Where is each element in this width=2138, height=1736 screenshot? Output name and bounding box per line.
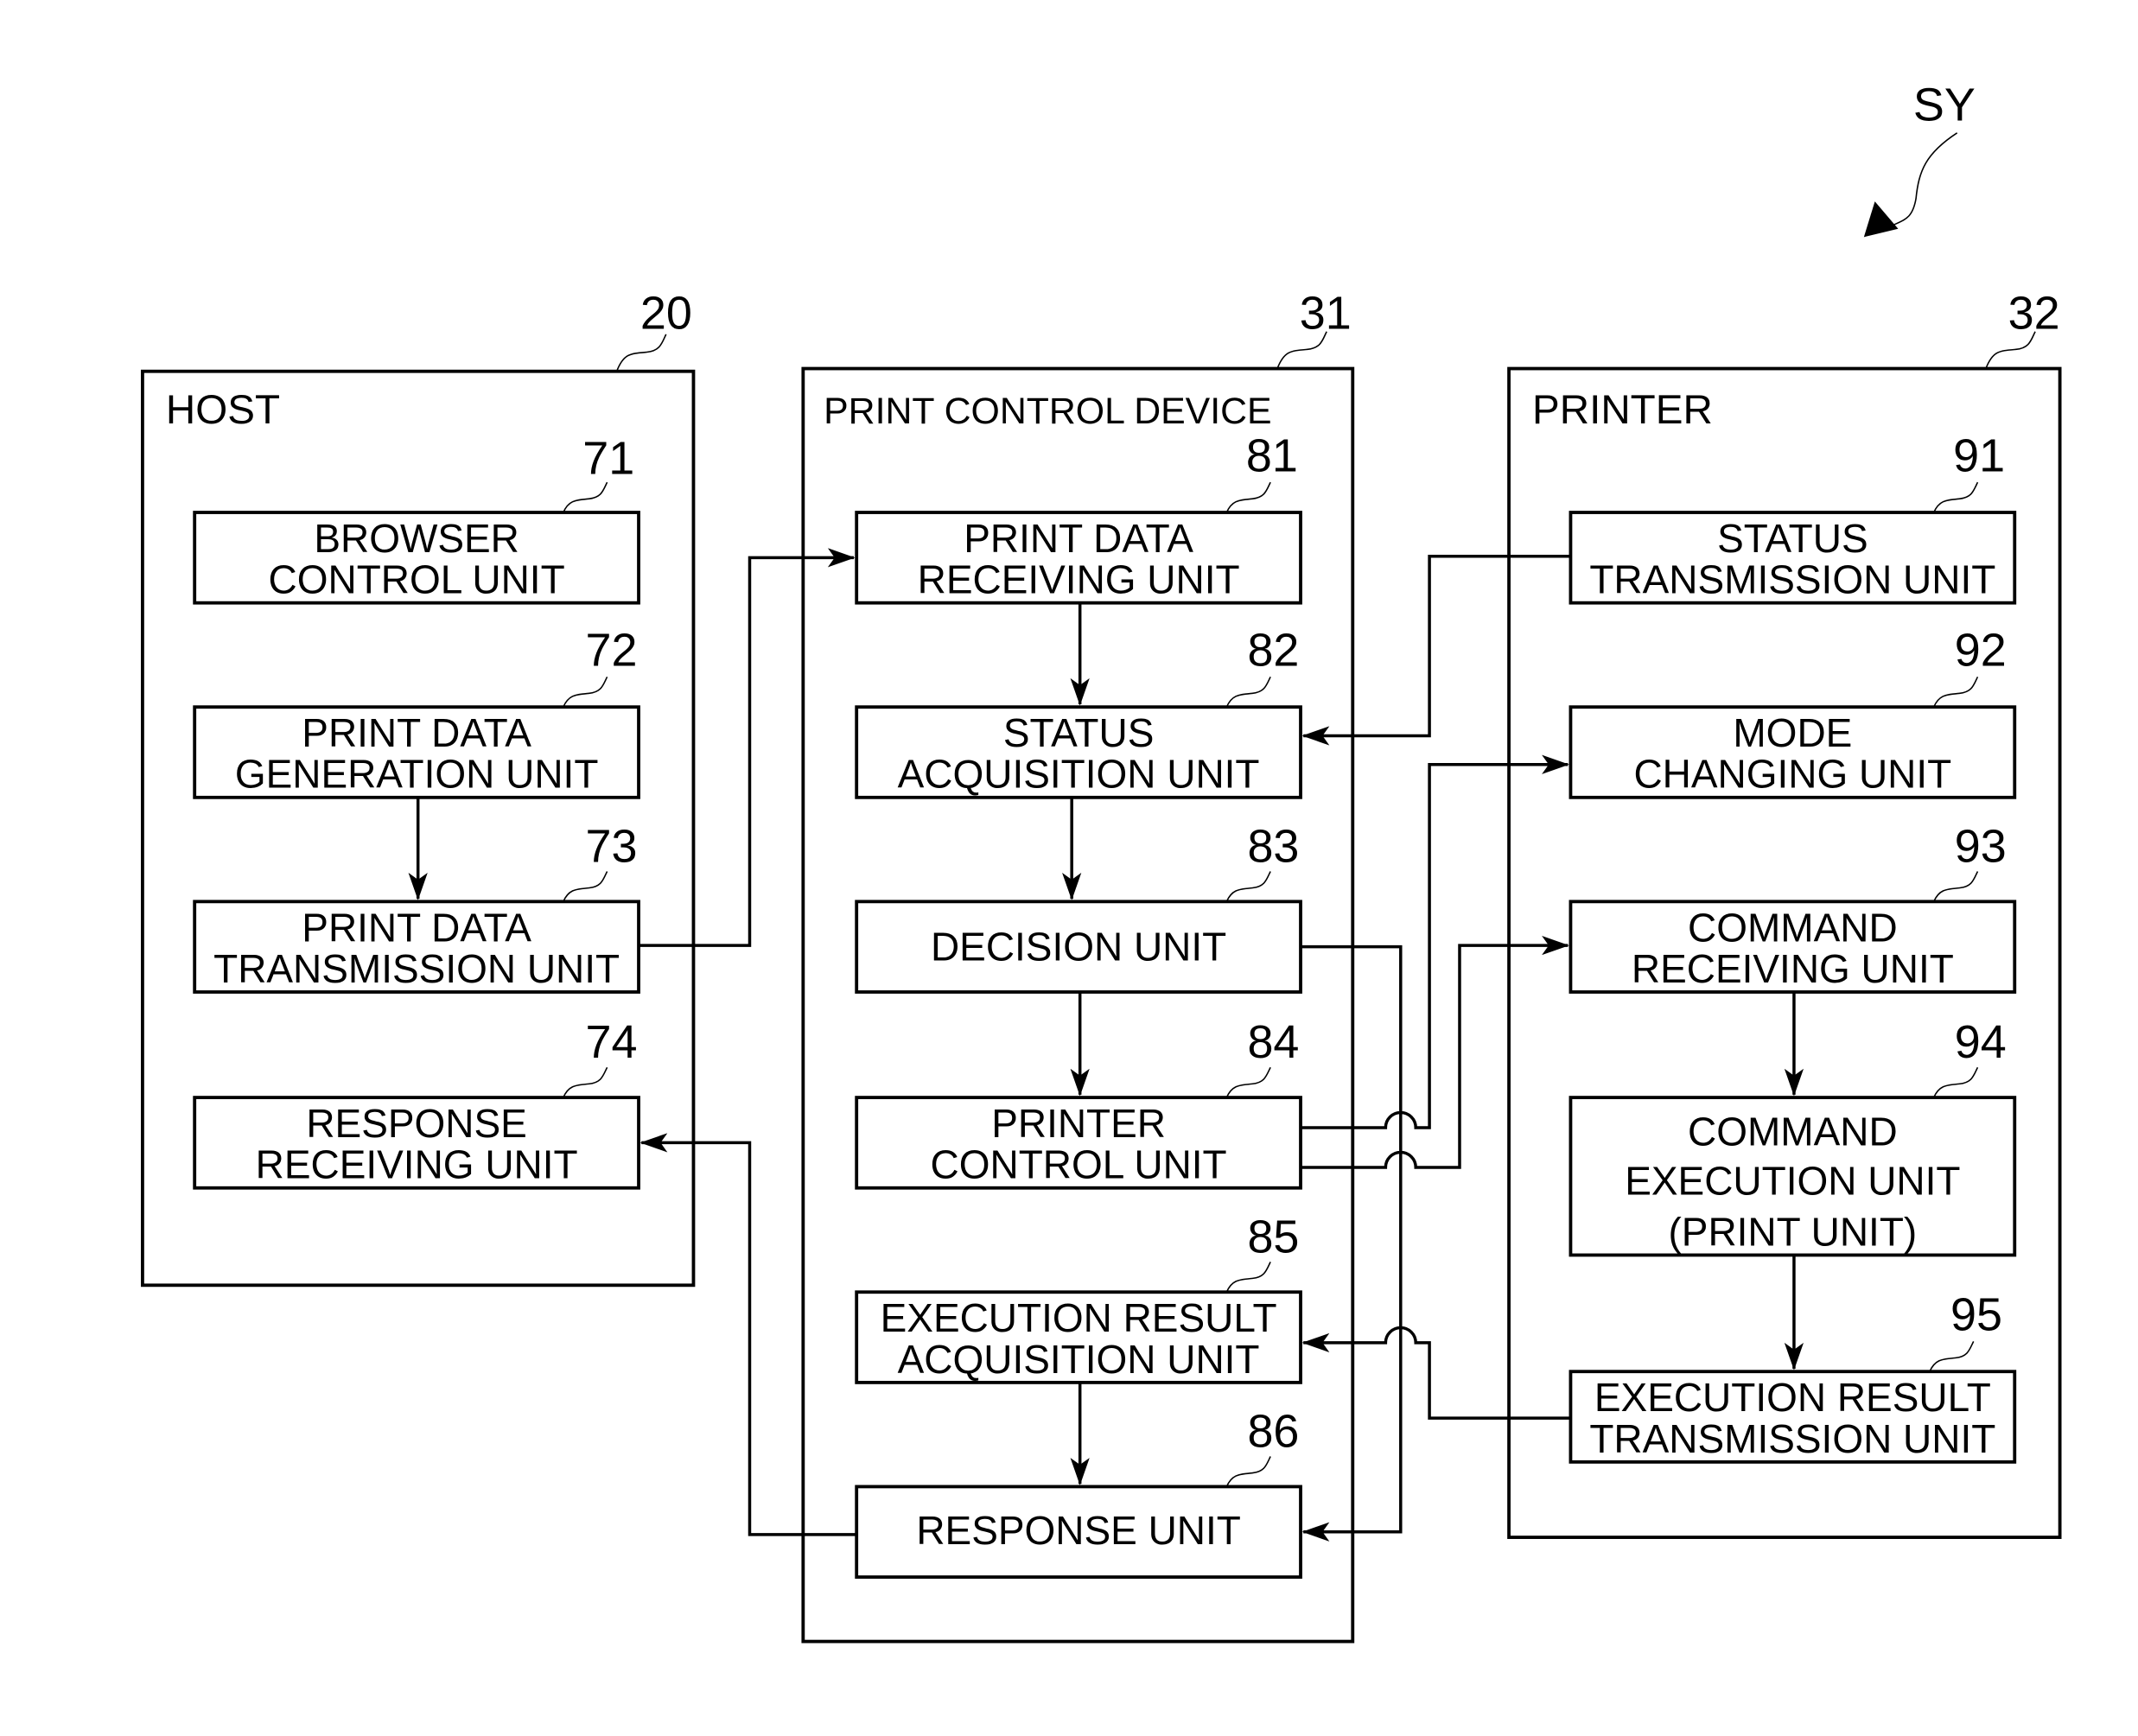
unit-label-line: (PRINT UNIT) — [1668, 1209, 1917, 1254]
block-diagram: SY HOST 20 BROWSER CONTROL UNIT 71 PRINT… — [141, 79, 2062, 1644]
printer-ref: 32 — [2008, 288, 2060, 340]
unit-ref: 72 — [585, 625, 637, 677]
system-ref-label: SY — [1913, 79, 1976, 131]
unit-ref: 74 — [585, 1016, 637, 1068]
unit-ref: 83 — [1247, 820, 1299, 872]
unit-label-line: RECEIVING UNIT — [256, 1142, 578, 1187]
system-reference: SY — [1863, 79, 1976, 238]
unit-label-line: PRINTER — [991, 1101, 1166, 1146]
unit-label-line: CONTROL UNIT — [931, 1142, 1227, 1187]
unit-label-line: PRINT DATA — [964, 516, 1193, 561]
host-title: HOST — [166, 387, 280, 433]
unit-label-line: GENERATION UNIT — [235, 752, 599, 797]
unit-ref: 95 — [1950, 1289, 2002, 1341]
unit-ref: 84 — [1247, 1016, 1299, 1068]
unit-ref: 91 — [1953, 429, 2005, 481]
host-block: HOST 20 BROWSER CONTROL UNIT 71 PRINT DA… — [141, 288, 696, 1288]
unit-label-line: DECISION UNIT — [931, 925, 1226, 970]
unit-label-line: CHANGING UNIT — [1633, 752, 1951, 797]
host-ref: 20 — [640, 288, 692, 340]
unit-ref: 71 — [582, 433, 634, 485]
host-ref-leader — [615, 334, 667, 372]
unit-label-line: EXECUTION UNIT — [1625, 1159, 1960, 1204]
unit-label-line: STATUS — [1003, 710, 1155, 755]
system-ref-arrow-icon — [1863, 201, 1899, 238]
unit-label-line: EXECUTION RESULT — [881, 1295, 1277, 1340]
unit-label-line: RECEIVING UNIT — [1632, 946, 1954, 991]
unit-label-line: BROWSER — [314, 516, 519, 561]
unit-label-line: EXECUTION RESULT — [1594, 1375, 1991, 1420]
unit-label-line: COMMAND — [1688, 1110, 1898, 1154]
unit-ref: 92 — [1955, 625, 2007, 677]
unit-label-line: PRINT DATA — [302, 710, 531, 755]
print-control-device-ref: 31 — [1300, 288, 1352, 340]
unit-label-line: PRINT DATA — [302, 905, 531, 950]
unit-ref: 81 — [1246, 429, 1298, 481]
print-control-device-block: PRINT CONTROL DEVICE 31 PRINT DATA RECEI… — [801, 288, 1355, 1644]
unit-label-line: RESPONSE — [306, 1101, 526, 1146]
unit-label-line: STATUS — [1717, 516, 1868, 561]
unit-label-line: RECEIVING UNIT — [918, 557, 1240, 602]
unit-ref: 86 — [1247, 1405, 1299, 1457]
unit-ref: 82 — [1247, 625, 1299, 677]
printer-block: PRINTER 32 STATUS TRANSMISSION UNIT 91 M… — [1507, 288, 2062, 1539]
unit-label-line: ACQUISITION UNIT — [898, 1337, 1260, 1382]
system-ref-leader — [1882, 132, 1958, 232]
unit-label-line: ACQUISITION UNIT — [898, 752, 1260, 797]
unit-label-line: TRANSMISSION UNIT — [1589, 557, 1995, 602]
printer-title: PRINTER — [1532, 387, 1713, 433]
unit-ref: 93 — [1955, 820, 2007, 872]
unit-label-line: MODE — [1733, 710, 1852, 755]
unit-ref: 85 — [1247, 1211, 1299, 1262]
unit-label-line: COMMAND — [1688, 905, 1898, 950]
unit-label-line: TRANSMISSION UNIT — [1589, 1416, 1995, 1461]
unit-label-line: RESPONSE UNIT — [916, 1508, 1241, 1553]
unit-ref: 73 — [585, 820, 637, 872]
unit-label-line: TRANSMISSION UNIT — [213, 946, 620, 991]
unit-label-line: CONTROL UNIT — [269, 557, 565, 602]
unit-ref: 94 — [1955, 1016, 2007, 1068]
print-control-device-title: PRINT CONTROL DEVICE — [824, 391, 1271, 432]
